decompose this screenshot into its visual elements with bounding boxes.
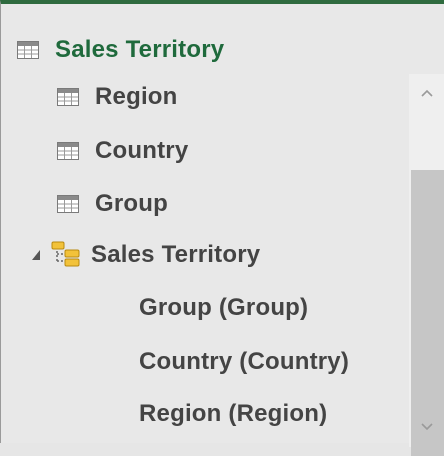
hierarchy-level-region[interactable]: Region (Region)	[139, 394, 327, 434]
hierarchy-level-group[interactable]: Group (Group)	[139, 288, 308, 328]
field-label: Country	[95, 137, 189, 164]
table-field-icon	[57, 195, 79, 213]
hierarchy-level-label: Region (Region)	[139, 400, 328, 427]
field-region[interactable]: Region	[57, 77, 178, 117]
table-field-icon	[57, 142, 79, 160]
field-list-panel: Sales Territory Region Country Group Sal…	[0, 0, 444, 456]
hierarchy-level-country[interactable]: Country (Country)	[139, 342, 349, 382]
hierarchy-label: Sales Territory	[91, 241, 261, 268]
field-label: Region	[95, 83, 178, 110]
expand-collapse-icon[interactable]	[31, 249, 41, 261]
vertical-scrollbar[interactable]	[409, 74, 444, 456]
scroll-up-button[interactable]	[409, 76, 444, 110]
hierarchy-level-label: Country (Country)	[139, 348, 350, 375]
hierarchy-level-label: Group (Group)	[139, 294, 309, 321]
field-group[interactable]: Group	[57, 184, 168, 224]
field-country[interactable]: Country	[57, 131, 188, 171]
table-node-sales-territory[interactable]: Sales Territory	[17, 30, 224, 70]
hierarchy-node-sales-territory[interactable]: Sales Territory	[31, 235, 260, 275]
chevron-up-icon	[421, 89, 433, 97]
hierarchy-icon	[51, 241, 80, 267]
table-title: Sales Territory	[55, 36, 225, 63]
table-field-icon	[57, 88, 79, 106]
chevron-down-icon	[421, 423, 433, 431]
field-label: Group	[95, 190, 168, 217]
table-icon	[17, 41, 39, 59]
scroll-down-button[interactable]	[409, 410, 444, 444]
